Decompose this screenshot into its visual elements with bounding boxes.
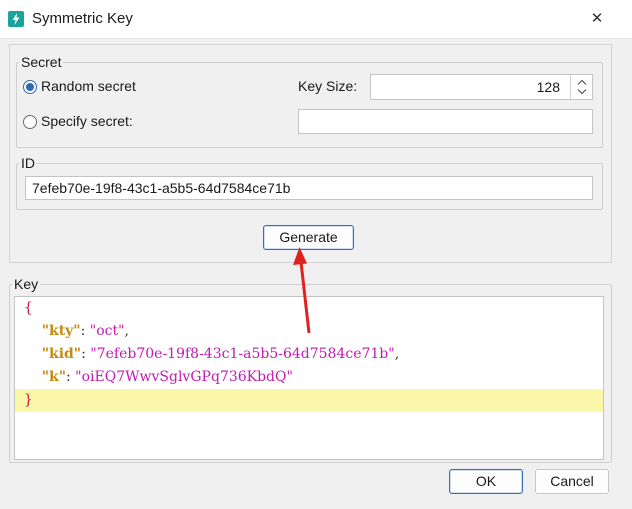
json-key: "kty" [41, 323, 81, 339]
random-secret-radio[interactable] [23, 80, 37, 94]
json-separator: : [81, 346, 91, 362]
random-secret-label[interactable]: Random secret [41, 78, 136, 94]
close-brace: } [23, 392, 33, 408]
json-comma: , [124, 323, 129, 339]
json-value: "oct" [89, 323, 125, 339]
id-group-label: ID [21, 155, 35, 171]
json-comma: , [394, 346, 400, 362]
json-line-kid: "kid": "7efeb70e-19f8-43c1-a5b5-64d7584c… [15, 343, 603, 366]
title-bar: Symmetric Key ✕ [0, 0, 632, 39]
key-size-label: Key Size: [298, 78, 358, 94]
key-size-stepper[interactable]: 128 [370, 74, 593, 100]
json-separator: : [80, 323, 90, 339]
cancel-button[interactable]: Cancel [535, 469, 609, 494]
json-value: "7efeb70e-19f8-43c1-a5b5-64d7584ce71b" [90, 346, 395, 362]
json-separator: : [66, 369, 76, 385]
json-key: "k" [41, 369, 66, 385]
json-line-close: } [15, 389, 603, 412]
specify-secret-input[interactable] [298, 109, 593, 134]
key-json-editor[interactable]: { "kty": "oct", "kid": "7efeb70e-19f8-43… [14, 296, 604, 460]
lightning-bolt-icon [8, 11, 24, 27]
specify-secret-radio[interactable] [23, 115, 37, 129]
generate-button[interactable]: Generate [263, 225, 354, 250]
ok-button[interactable]: OK [449, 469, 523, 494]
spin-arrows[interactable] [570, 75, 592, 99]
specify-secret-label[interactable]: Specify secret: [41, 113, 133, 129]
json-line-k: "k": "oiEQ7WwvSglvGPq736KbdQ" [15, 366, 603, 389]
window-title: Symmetric Key [32, 10, 133, 27]
json-line-kty: "kty": "oct", [15, 320, 603, 343]
key-size-value: 128 [536, 79, 560, 95]
close-icon[interactable]: ✕ [584, 7, 610, 31]
secret-group-label: Secret [21, 54, 62, 70]
chevron-up-down-icon[interactable] [571, 75, 593, 99]
json-line-open: { [15, 297, 603, 320]
key-group-label: Key [14, 276, 39, 292]
id-input[interactable]: 7efeb70e-19f8-43c1-a5b5-64d7584ce71b [25, 176, 593, 200]
json-key: "kid" [41, 346, 82, 362]
open-brace: { [23, 300, 33, 316]
json-value: "oiEQ7WwvSglvGPq736KbdQ" [75, 369, 293, 385]
